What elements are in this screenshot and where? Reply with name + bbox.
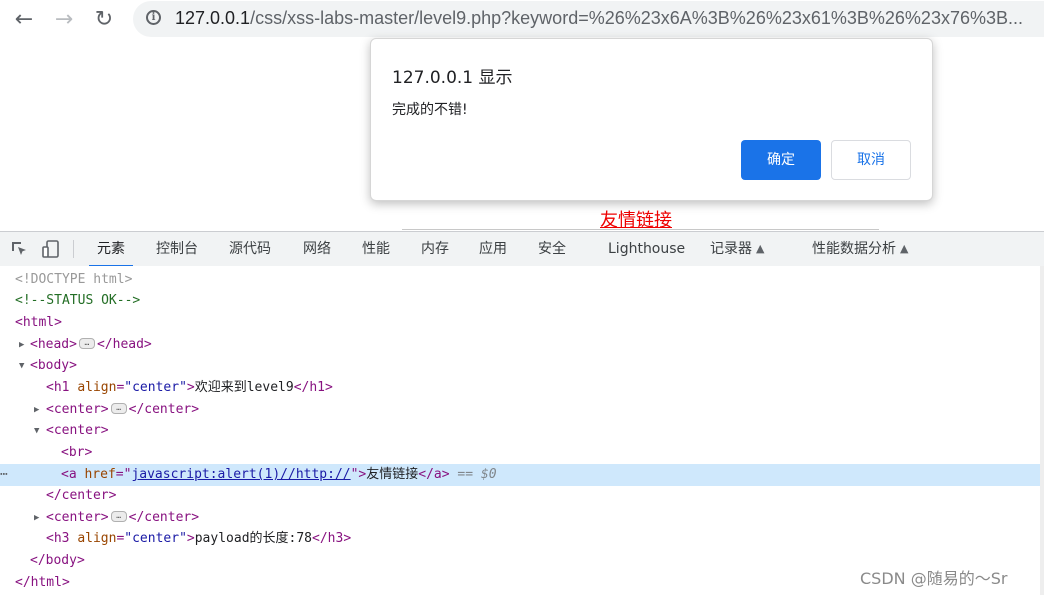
dom-line-comment[interactable]: <!--STATUS OK-->	[0, 290, 1040, 312]
address-bar[interactable]: i 127.0.0.1/css/xss-labs-master/level9.p…	[133, 1, 1044, 37]
dom-line-center-2[interactable]: ▼ <center>	[0, 420, 1040, 442]
dom-line-anchor-selected[interactable]: ⋯ <a href="javascript:alert(1)//http://"…	[0, 464, 1040, 486]
reload-icon[interactable]: ↻	[90, 6, 118, 34]
tab-recorder-label: 记录器	[710, 241, 752, 257]
url-host: 127.0.0.1	[175, 8, 251, 28]
dom-line-h1[interactable]: <h1 align="center">欢迎来到level9</h1>	[0, 377, 1040, 399]
expand-triangle-icon[interactable]: ▶	[19, 334, 24, 356]
center-close-tag: </center>	[128, 510, 200, 525]
cancel-button[interactable]: 取消	[831, 140, 911, 180]
dom-line-h3[interactable]: <h3 align="center">payload的长度:78</h3>	[0, 528, 1040, 550]
tab-security[interactable]: 安全	[538, 232, 566, 266]
watermark: CSDN @随易的～Sr	[860, 569, 1008, 588]
a-attr-name: href	[84, 467, 116, 482]
forward-arrow-icon[interactable]: →	[50, 6, 78, 34]
body-open-tag: <body>	[30, 358, 77, 373]
collapse-triangle-icon[interactable]: ▼	[19, 355, 24, 377]
tab-performance-insights[interactable]: 性能数据分析 ▲	[812, 232, 908, 266]
a-href-link[interactable]: javascript:alert(1)//http://	[131, 467, 350, 482]
tab-application[interactable]: 应用	[479, 232, 507, 266]
dom-line-br[interactable]: <br>	[0, 442, 1040, 464]
tabbar-separator	[73, 240, 74, 258]
html-open-tag: <html>	[15, 315, 62, 330]
tab-performance[interactable]: 性能	[362, 232, 390, 266]
tab-elements[interactable]: 元素	[89, 232, 133, 267]
expand-triangle-icon[interactable]: ▶	[34, 507, 39, 529]
head-open-tag: <head>	[30, 337, 77, 352]
experiment-flask-icon: ▲	[900, 242, 909, 255]
center-close-tag: </center>	[46, 488, 117, 503]
vertical-scrollbar[interactable]	[1040, 266, 1044, 595]
h1-attr-name: align	[77, 380, 117, 395]
center-open-tag: <center>	[46, 402, 109, 417]
device-toolbar-icon[interactable]	[41, 239, 61, 259]
body-close-tag: </body>	[30, 553, 85, 568]
h3-attr-name: align	[77, 531, 117, 546]
dom-line-center-1[interactable]: ▶ <center>… </center>	[0, 399, 1040, 421]
h3-attr-value: "center"	[124, 531, 187, 546]
elements-dom-tree: <!DOCTYPE html> <!--STATUS OK--> <html> …	[0, 266, 1040, 595]
h1-attr-value: "center"	[124, 380, 187, 395]
dom-line-center-3[interactable]: ▶ <center>… </center>	[0, 507, 1040, 529]
url-text[interactable]: 127.0.0.1/css/xss-labs-master/level9.php…	[175, 8, 1037, 29]
collapsed-ellipsis-icon[interactable]: …	[78, 338, 95, 349]
tab-performance-insights-label: 性能数据分析	[812, 241, 896, 257]
h1-text: 欢迎来到level9	[194, 380, 294, 395]
collapsed-ellipsis-icon[interactable]: …	[110, 403, 127, 414]
head-close-tag: </head>	[96, 337, 152, 352]
inspect-element-icon[interactable]	[9, 239, 29, 259]
doctype-text: <!DOCTYPE html>	[15, 272, 133, 287]
expand-triangle-icon[interactable]: ▶	[34, 399, 39, 421]
dom-line-head[interactable]: ▶ <head>… </head>	[0, 334, 1040, 356]
tab-memory[interactable]: 内存	[421, 232, 449, 266]
comment-text: <!--STATUS OK-->	[15, 293, 141, 308]
dom-line-body[interactable]: ▼ <body>	[0, 355, 1040, 377]
tab-sources[interactable]: 源代码	[229, 232, 271, 266]
dom-line-html[interactable]: <html>	[0, 312, 1040, 334]
center-open-tag: <center>	[46, 423, 109, 438]
a-text: 友情链接	[366, 467, 419, 482]
url-path: /css/xss-labs-master/level9.php?keyword=…	[250, 8, 1023, 28]
page-divider	[402, 229, 879, 230]
back-arrow-icon[interactable]: ←	[10, 6, 38, 34]
more-actions-icon[interactable]: ⋯	[0, 464, 8, 486]
center-close-tag: </center>	[128, 402, 200, 417]
center-open-tag: <center>	[46, 510, 109, 525]
selected-marker: == $0	[457, 467, 497, 482]
collapsed-ellipsis-icon[interactable]: …	[110, 511, 127, 522]
tab-console[interactable]: 控制台	[156, 232, 198, 266]
dom-line-center-close[interactable]: </center>	[0, 485, 1040, 507]
browser-toolbar: ← → ↻ i 127.0.0.1/css/xss-labs-master/le…	[0, 0, 1044, 40]
ok-button[interactable]: 确定	[741, 140, 821, 180]
collapse-triangle-icon[interactable]: ▼	[34, 420, 39, 442]
dom-line-doctype[interactable]: <!DOCTYPE html>	[0, 269, 1040, 291]
tab-recorder[interactable]: 记录器 ▲	[710, 232, 764, 266]
br-tag: <br>	[61, 445, 93, 460]
dialog-message: 完成的不错!	[392, 102, 468, 118]
tab-lighthouse[interactable]: Lighthouse	[608, 232, 685, 266]
dialog-title: 127.0.0.1 显示	[392, 68, 513, 88]
tab-network[interactable]: 网络	[303, 232, 331, 266]
h3-text: payload的长度:78	[194, 531, 313, 546]
site-info-icon[interactable]: i	[146, 10, 161, 25]
html-close-tag: </html>	[15, 575, 70, 590]
devtools-tabbar: 元素 控制台 源代码 网络 性能 内存 应用 安全 Lighthouse 记录器…	[0, 231, 1044, 267]
experiment-flask-icon: ▲	[756, 242, 765, 255]
alert-dialog: 127.0.0.1 显示 完成的不错! 确定 取消	[370, 38, 933, 201]
